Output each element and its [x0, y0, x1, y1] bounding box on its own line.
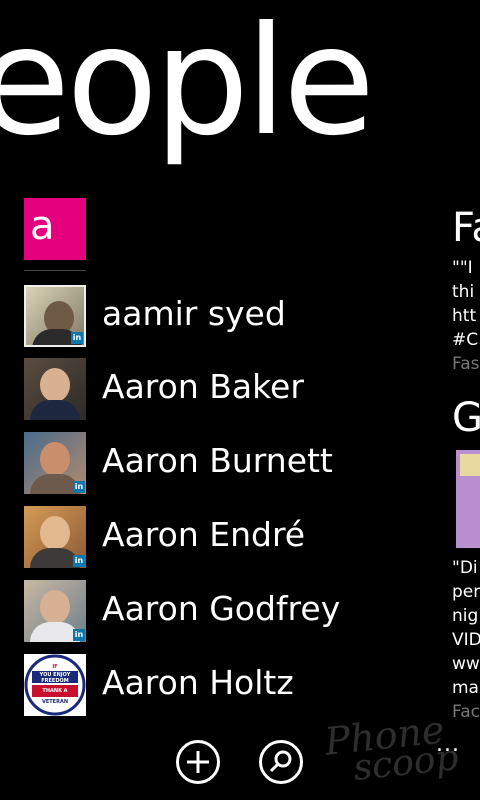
sticker-text-1: IF: [52, 664, 57, 670]
contact-name: Aaron Endré: [102, 515, 306, 554]
avatar-face: [40, 368, 70, 402]
whats-new-line: per: [452, 582, 480, 602]
avatar-body: [30, 400, 80, 420]
page-title: eople: [0, 0, 375, 169]
contact-name: aamir syed: [102, 294, 286, 333]
jump-list-letter-tile[interactable]: a: [24, 198, 86, 260]
whats-new-photo: [456, 450, 480, 548]
add-contact-button[interactable]: [176, 740, 220, 784]
plus-icon: [187, 751, 209, 773]
contact-row[interactable]: in Aaron Endré: [24, 506, 424, 568]
whats-new-line: VID: [452, 630, 480, 650]
linkedin-badge-icon: in: [73, 555, 85, 567]
contact-name: Aaron Burnett: [102, 441, 333, 480]
contact-name: Aaron Baker: [102, 367, 304, 406]
whats-new-line: #C: [452, 330, 479, 350]
avatar: IF YOU ENJOY FREEDOM THANK A VETERAN: [24, 654, 86, 716]
app-bar: ...: [0, 718, 480, 800]
whats-new-heading: Fa: [452, 205, 480, 251]
whats-new-panel: Fa ""I thi htt #C Fas G "Di per nig VID …: [452, 200, 480, 724]
search-button[interactable]: [259, 740, 303, 784]
whats-new-line: nig: [452, 606, 479, 626]
whats-new-item[interactable]: Fa ""I thi htt #C Fas: [452, 200, 480, 376]
contact-row[interactable]: in aamir syed: [24, 285, 424, 347]
contact-name: Aaron Godfrey: [102, 589, 341, 628]
contact-row[interactable]: Aaron Baker: [24, 358, 424, 420]
veteran-sticker-avatar: IF YOU ENJOY FREEDOM THANK A VETERAN: [24, 654, 86, 716]
avatar: in: [24, 285, 86, 347]
sticker-text-3: FREEDOM: [41, 678, 68, 684]
photo-detail: [460, 454, 480, 476]
contact-name: Aaron Holtz: [102, 663, 294, 702]
whats-new-line: "Di: [452, 558, 478, 578]
whats-new-line: ma: [452, 678, 479, 698]
contact-row[interactable]: in Aaron Burnett: [24, 432, 424, 494]
sticker-text-4: THANK A: [42, 688, 67, 694]
whats-new-heading: G: [452, 395, 480, 441]
contact-row[interactable]: in Aaron Godfrey: [24, 580, 424, 642]
avatar-face: [40, 590, 70, 624]
whats-new-line: htt: [452, 306, 477, 326]
avatar: in: [24, 506, 86, 568]
linkedin-badge-icon: in: [73, 629, 85, 641]
whats-new-item[interactable]: G "Di per nig VID ww ma Fac: [452, 390, 480, 724]
whats-new-line: thi: [452, 282, 475, 302]
whats-new-line: ww: [452, 654, 480, 674]
whats-new-source: Fas: [452, 354, 480, 374]
avatar-face: [40, 442, 70, 476]
search-icon: [269, 750, 292, 773]
contact-row[interactable]: IF YOU ENJOY FREEDOM THANK A VETERAN Aar…: [24, 654, 424, 716]
more-options-button[interactable]: ...: [436, 732, 460, 757]
avatar: in: [24, 580, 86, 642]
linkedin-badge-icon: in: [71, 332, 83, 344]
avatar: [24, 358, 86, 420]
sticker-text-5: VETERAN: [42, 699, 68, 705]
avatar: in: [24, 432, 86, 494]
whats-new-line: ""I: [452, 258, 473, 278]
avatar-face: [40, 516, 70, 550]
linkedin-badge-icon: in: [73, 481, 85, 493]
group-divider: [24, 270, 86, 271]
